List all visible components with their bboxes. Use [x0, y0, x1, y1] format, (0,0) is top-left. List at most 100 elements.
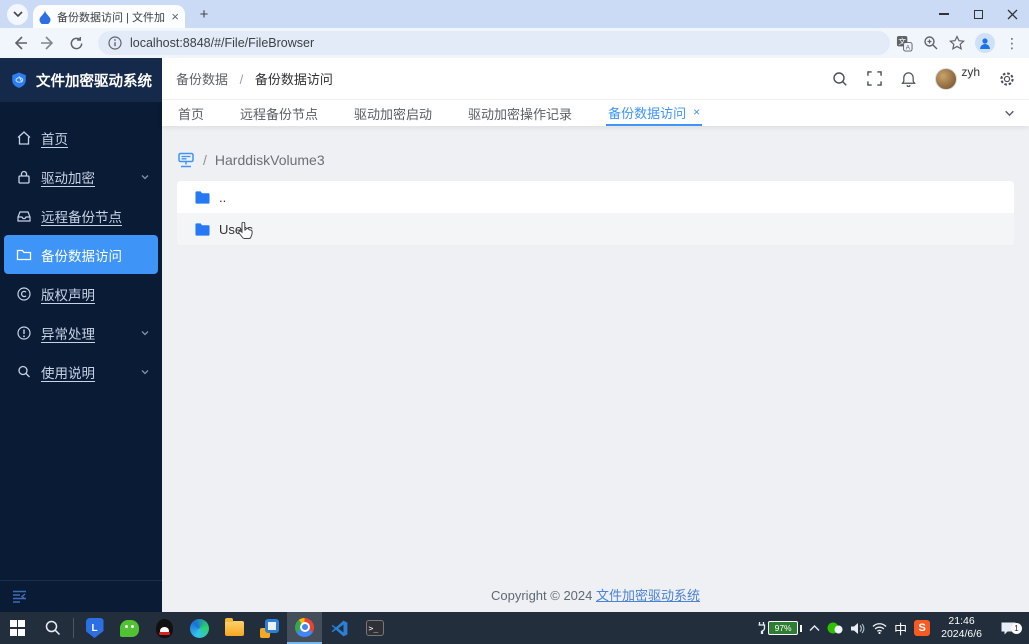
breadcrumb-separator: / [240, 72, 244, 87]
power-plug-icon [757, 621, 766, 635]
volume-icon[interactable] [850, 622, 865, 635]
page-header: 备份数据 / 备份数据访问 zyh [162, 58, 1029, 100]
pc-manager-shield-icon: L [86, 618, 104, 638]
system-tray: 97% 中 S 21:46 2024/6/6 1 [757, 612, 1029, 644]
sidebar-item-usage-guide[interactable]: 使用说明 [0, 352, 162, 391]
window-maximize-button[interactable] [961, 0, 995, 28]
path-separator: / [203, 152, 207, 168]
folder-icon [195, 222, 210, 237]
user-menu[interactable]: zyh [935, 68, 980, 90]
minimize-icon [939, 13, 949, 15]
taskbar-app-file-explorer[interactable] [217, 612, 252, 644]
taskbar-app-qq[interactable] [147, 612, 182, 644]
battery-tip [800, 625, 802, 632]
qq-icon [156, 619, 173, 638]
file-row-users[interactable]: Users [177, 213, 1014, 245]
browser-profile-avatar[interactable] [975, 33, 995, 53]
battery-indicator[interactable]: 97% [757, 621, 802, 635]
warning-circle-icon [16, 325, 32, 341]
current-volume-label: HarddiskVolume3 [215, 152, 325, 168]
magnifier-icon [16, 364, 32, 380]
breadcrumb-root[interactable]: 备份数据 [176, 72, 228, 87]
app-title: 文件加密驱动系统 [36, 70, 152, 91]
sidebar-item-backup-data-access[interactable]: 备份数据访问 [4, 235, 158, 274]
sidebar-item-copyright[interactable]: 版权声明 [0, 274, 162, 313]
sidebar-menu: 首页 驱动加密 远程备份节点 备份数据访问 版权声明 异常处理 [0, 102, 162, 580]
battery-percent: 97% [775, 623, 792, 633]
file-row-parent[interactable]: .. [177, 181, 1014, 213]
view-tab-drive-encrypt-start[interactable]: 驱动加密启动 [352, 100, 434, 126]
reload-button[interactable] [64, 31, 88, 55]
app-window: 文件加密驱动系统 首页 驱动加密 远程备份节点 备份数据访问 版权 [0, 58, 1029, 612]
forward-button[interactable] [36, 31, 60, 55]
windows-logo-icon [10, 620, 26, 636]
file-name: Users [219, 222, 253, 237]
lock-icon [16, 169, 32, 185]
action-center-button[interactable]: 1 [993, 621, 1023, 636]
app-shield-logo-icon [10, 68, 28, 92]
tab-close-icon[interactable]: × [171, 10, 179, 23]
folder-icon [16, 247, 32, 263]
taskbar-app-vscode[interactable] [322, 612, 357, 644]
start-button[interactable] [0, 612, 35, 644]
wechat-tray-icon[interactable] [827, 622, 843, 634]
bell-icon[interactable] [901, 71, 916, 87]
computer-root-icon[interactable] [177, 152, 195, 168]
breadcrumb-current: 备份数据访问 [255, 72, 333, 87]
taskbar-app-terminal[interactable]: >_ [357, 612, 392, 644]
zoom-icon[interactable] [923, 35, 939, 51]
taskbar-app-edge[interactable] [182, 612, 217, 644]
svg-text:A: A [906, 44, 911, 51]
notification-badge: 1 [1011, 623, 1022, 634]
chevron-down-icon [140, 367, 150, 377]
site-info-icon[interactable] [108, 36, 122, 50]
taskbar-clock[interactable]: 21:46 2024/6/6 [937, 615, 986, 641]
home-icon [16, 130, 32, 146]
new-tab-button[interactable]: + [193, 3, 215, 25]
back-button[interactable] [8, 31, 32, 55]
close-icon [1007, 9, 1018, 20]
copyright-footer: Copyright © 2024 文件加密驱动系统 [162, 585, 1029, 604]
file-name: .. [219, 190, 226, 205]
window-close-button[interactable] [995, 0, 1029, 28]
address-bar[interactable]: localhost:8848/#/File/FileBrowser [98, 31, 890, 55]
sidebar-item-home[interactable]: 首页 [0, 118, 162, 157]
browser-menu-kebab-icon[interactable]: ⋮ [1005, 35, 1019, 52]
taskbar-app-wechat[interactable] [112, 612, 147, 644]
chevron-down-icon [140, 172, 150, 182]
sidebar-item-drive-encrypt[interactable]: 驱动加密 [0, 157, 162, 196]
toolbar-actions: 文A ⋮ [896, 33, 1019, 53]
taskbar-search-button[interactable] [35, 612, 70, 644]
sogou-ime-icon[interactable]: S [914, 620, 930, 636]
gear-icon[interactable] [999, 71, 1015, 87]
browser-tab[interactable]: 备份数据访问 | 文件加密驱动系 × [33, 5, 185, 28]
view-tab-home[interactable]: 首页 [176, 100, 206, 126]
browser-tab-title: 备份数据访问 | 文件加密驱动系 [57, 9, 165, 25]
app-logo-bar: 文件加密驱动系统 [0, 58, 162, 102]
tab-overflow-chevron-icon[interactable] [990, 100, 1029, 126]
tab-search-button[interactable] [7, 4, 28, 25]
view-tab-bar: 首页 远程备份节点 驱动加密启动 驱动加密操作记录 备份数据访问 × [162, 100, 1029, 126]
url-text: localhost:8848/#/File/FileBrowser [130, 36, 314, 50]
view-tab-remote-backup-node[interactable]: 远程备份节点 [238, 100, 320, 126]
footer-app-link[interactable]: 文件加密驱动系统 [596, 588, 700, 603]
bookmark-star-icon[interactable] [949, 35, 965, 51]
view-tab-backup-data-access[interactable]: 备份数据访问 × [606, 100, 702, 126]
browser-toolbar: localhost:8848/#/File/FileBrowser 文A ⋮ [0, 28, 1029, 58]
search-icon[interactable] [832, 71, 848, 87]
sidebar-item-remote-backup-node[interactable]: 远程备份节点 [0, 196, 162, 235]
translate-icon[interactable]: 文A [896, 35, 913, 52]
collapse-menu-icon[interactable] [12, 590, 27, 603]
taskbar-app-pc-manager[interactable]: L [77, 612, 112, 644]
taskbar-app-vmware[interactable] [252, 612, 287, 644]
breadcrumb: 备份数据 / 备份数据访问 [176, 69, 333, 88]
tab-close-icon[interactable]: × [693, 105, 700, 119]
sidebar-item-exception-handling[interactable]: 异常处理 [0, 313, 162, 352]
view-tab-drive-encrypt-log[interactable]: 驱动加密操作记录 [466, 100, 574, 126]
taskbar-app-chrome[interactable] [287, 612, 322, 644]
fullscreen-icon[interactable] [867, 71, 882, 86]
wifi-icon[interactable] [872, 622, 887, 634]
input-method-indicator[interactable]: 中 [894, 619, 907, 638]
tray-expand-chevron-icon[interactable] [809, 624, 820, 632]
window-minimize-button[interactable] [927, 0, 961, 28]
